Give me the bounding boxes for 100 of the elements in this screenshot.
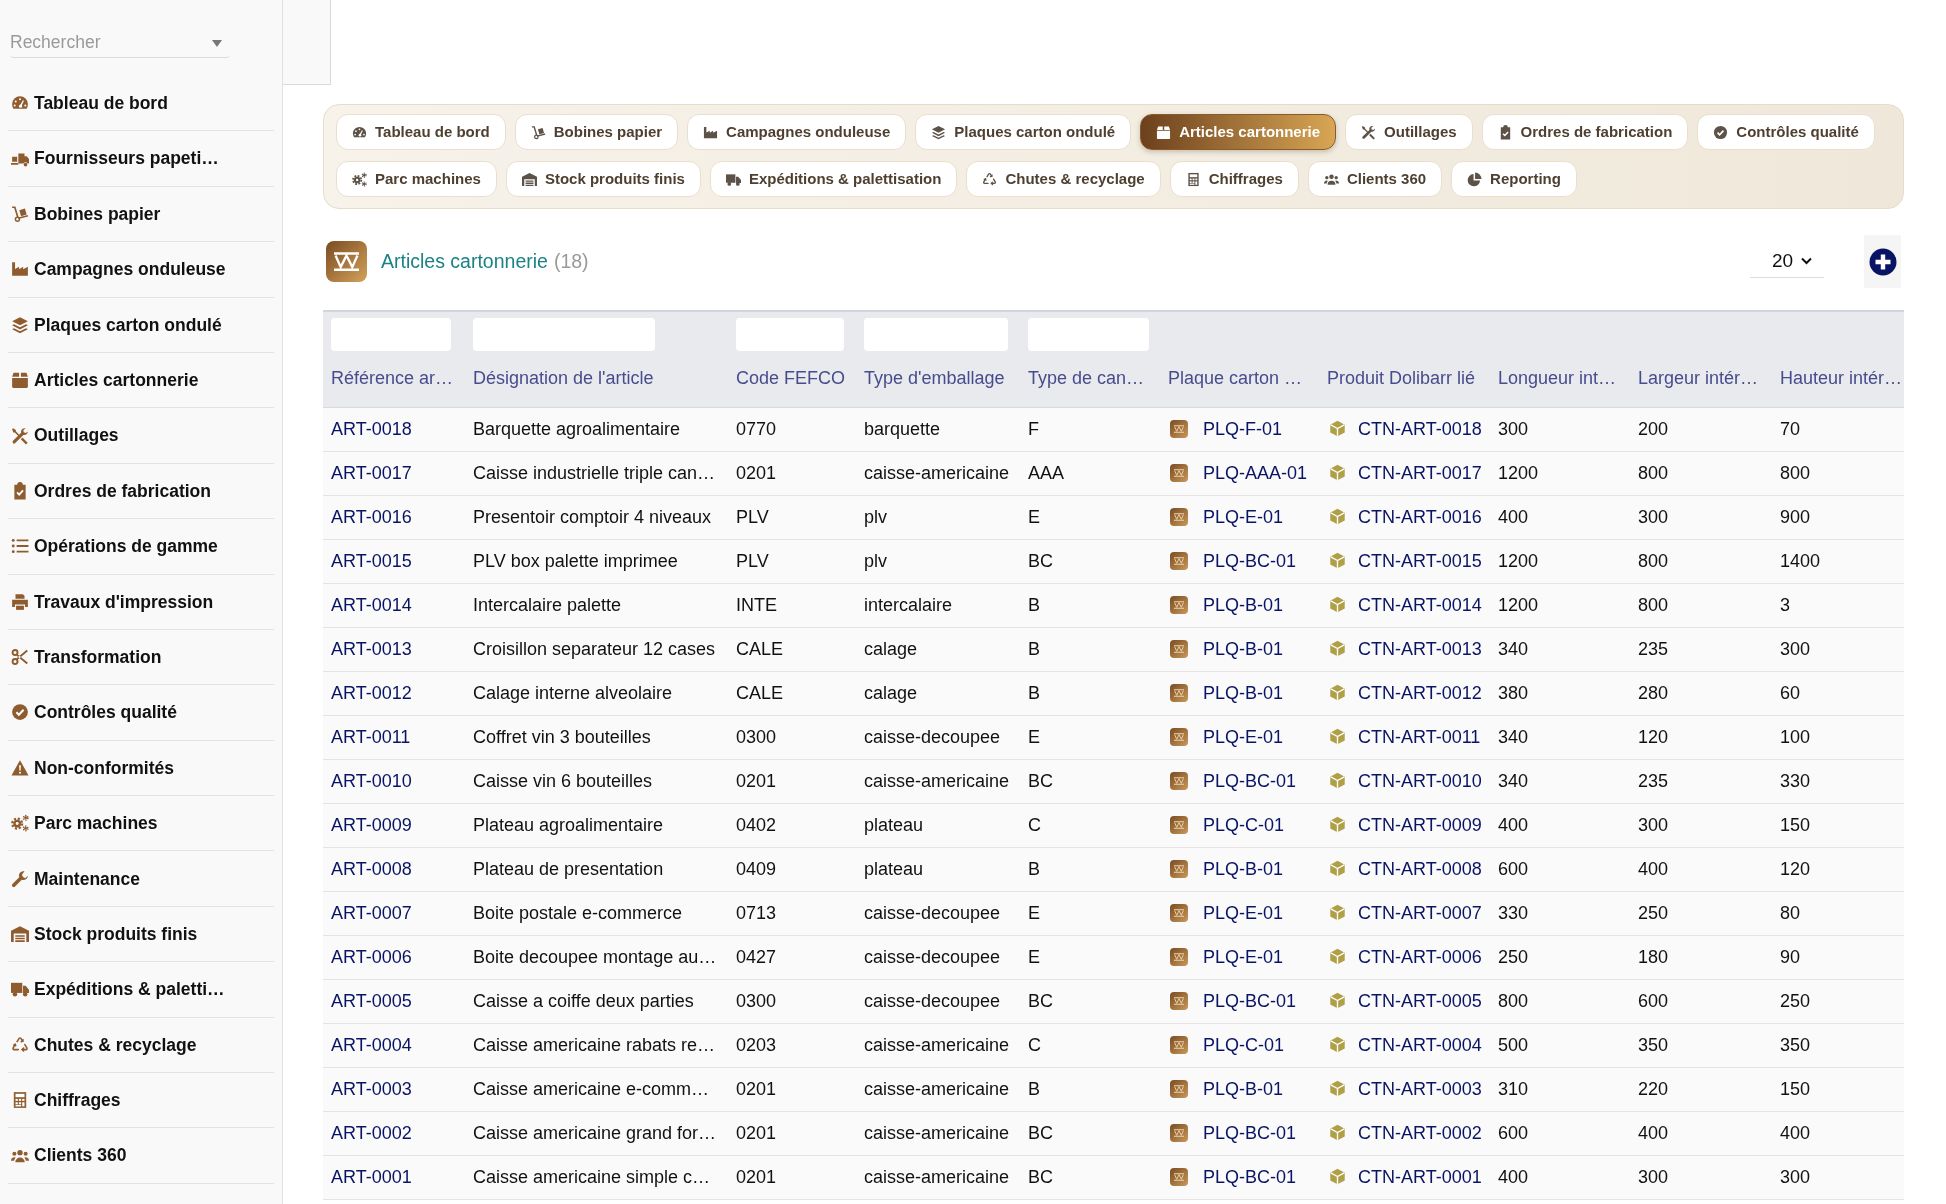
article-link[interactable]: ART-0005 <box>331 990 412 1011</box>
product-link[interactable]: CTN-ART-0015 <box>1358 550 1482 571</box>
product-link[interactable]: CTN-ART-0011 <box>1358 726 1481 747</box>
tab[interactable]: Bobines papier <box>514 114 679 150</box>
sidebar-item[interactable]: Contrôles qualité <box>8 685 274 741</box>
plate-link[interactable]: PLQ-B-01 <box>1203 1078 1284 1099</box>
plate-link[interactable]: PLQ-BC-01 <box>1203 1122 1297 1143</box>
sidebar-item[interactable]: Tableau de bord <box>8 76 274 132</box>
sidebar-item[interactable]: Fournisseurs papeti… <box>8 131 274 187</box>
column-header[interactable]: Référence ar… <box>331 368 454 389</box>
article-link[interactable]: ART-0009 <box>331 814 412 835</box>
product-link[interactable]: CTN-ART-0002 <box>1358 1122 1482 1143</box>
sidebar-item[interactable]: Bobines papier <box>8 186 274 243</box>
plate-link[interactable]: PLQ-BC-01 <box>1203 1166 1297 1187</box>
article-link[interactable]: ART-0013 <box>331 638 412 659</box>
add-button[interactable] <box>1864 235 1901 288</box>
plate-link[interactable]: PLQ-E-01 <box>1203 726 1284 747</box>
article-link[interactable]: ART-0018 <box>331 418 412 439</box>
product-link[interactable]: CTN-ART-0001 <box>1358 1166 1482 1187</box>
plate-link[interactable]: PLQ-C-01 <box>1203 1034 1285 1055</box>
plate-link[interactable]: PLQ-BC-01 <box>1203 550 1297 571</box>
plate-link[interactable]: PLQ-B-01 <box>1203 858 1284 879</box>
product-link[interactable]: CTN-ART-0010 <box>1358 770 1482 791</box>
column-header[interactable]: Désignation de l'article <box>473 368 654 389</box>
article-link[interactable]: ART-0010 <box>331 770 412 791</box>
tab[interactable]: Clients 360 <box>1307 161 1443 197</box>
plate-link[interactable]: PLQ-B-01 <box>1203 594 1284 615</box>
sidebar-item[interactable]: Expéditions & paletti… <box>8 962 274 1018</box>
plate-link[interactable]: PLQ-E-01 <box>1203 902 1284 923</box>
article-link[interactable]: ART-0014 <box>331 594 412 615</box>
product-link[interactable]: CTN-ART-0018 <box>1358 418 1482 439</box>
article-link[interactable]: ART-0002 <box>331 1122 412 1143</box>
sidebar-item[interactable]: Chutes & recyclage <box>8 1017 274 1074</box>
product-link[interactable]: CTN-ART-0003 <box>1358 1078 1482 1099</box>
sidebar-item[interactable]: Outillages <box>8 408 274 464</box>
product-link[interactable]: CTN-ART-0007 <box>1358 902 1482 923</box>
plate-link[interactable]: PLQ-B-01 <box>1203 638 1284 659</box>
plate-link[interactable]: PLQ-BC-01 <box>1203 990 1297 1011</box>
tab[interactable]: Campagnes onduleuse <box>687 114 907 150</box>
article-link[interactable]: ART-0011 <box>331 726 411 747</box>
plate-link[interactable]: PLQ-B-01 <box>1203 682 1284 703</box>
product-link[interactable]: CTN-ART-0013 <box>1358 638 1482 659</box>
column-header[interactable]: Plaque carton … <box>1168 368 1303 389</box>
sidebar-item[interactable]: Opérations de gamme <box>8 519 274 575</box>
sidebar-item[interactable]: Campagnes onduleuse <box>8 242 274 298</box>
plate-link[interactable]: PLQ-C-01 <box>1203 814 1285 835</box>
tab[interactable]: Reporting <box>1451 161 1577 197</box>
product-link[interactable]: CTN-ART-0006 <box>1358 946 1482 967</box>
product-link[interactable]: CTN-ART-0009 <box>1358 814 1482 835</box>
tab[interactable]: Plaques carton ondulé <box>915 114 1132 150</box>
plate-link[interactable]: PLQ-BC-01 <box>1203 770 1297 791</box>
product-link[interactable]: CTN-ART-0017 <box>1358 462 1482 483</box>
sidebar-item[interactable]: Clients 360 <box>8 1128 274 1184</box>
tab[interactable]: Outillages <box>1345 114 1473 150</box>
tab[interactable]: Stock produits finis <box>505 161 701 197</box>
column-header[interactable]: Produit Dolibarr lié <box>1327 368 1476 389</box>
article-link[interactable]: ART-0004 <box>331 1034 412 1055</box>
column-header[interactable]: Type d'emballage <box>864 368 1005 389</box>
product-link[interactable]: CTN-ART-0014 <box>1358 594 1482 615</box>
plate-link[interactable]: PLQ-E-01 <box>1203 506 1284 527</box>
article-link[interactable]: ART-0016 <box>331 506 412 527</box>
article-link[interactable]: ART-0007 <box>331 902 412 923</box>
article-link[interactable]: ART-0003 <box>331 1078 412 1099</box>
column-header[interactable]: Type de can… <box>1028 368 1145 389</box>
article-link[interactable]: ART-0017 <box>331 462 412 483</box>
tab[interactable]: Expéditions & palettisation <box>709 161 958 197</box>
tab[interactable]: Articles cartonnerie <box>1140 114 1337 150</box>
product-link[interactable]: CTN-ART-0016 <box>1358 506 1482 527</box>
sidebar-item[interactable]: Articles cartonnerie <box>8 352 274 409</box>
tab[interactable]: Chiffrages <box>1169 161 1299 197</box>
plate-link[interactable]: PLQ-AAA-01 <box>1203 462 1308 483</box>
product-link[interactable]: CTN-ART-0012 <box>1358 682 1482 703</box>
column-header[interactable]: Largeur intér… <box>1638 368 1759 389</box>
article-link[interactable]: ART-0008 <box>331 858 412 879</box>
sidebar-item[interactable]: Travaux d'impression <box>8 574 274 630</box>
product-link[interactable]: CTN-ART-0005 <box>1358 990 1482 1011</box>
sidebar-item[interactable]: Maintenance <box>8 851 274 907</box>
page-size-select[interactable]: 20 <box>1750 245 1824 278</box>
tab[interactable]: Chutes & recyclage <box>966 161 1161 197</box>
sidebar-item[interactable]: Transformation <box>8 629 274 686</box>
tab[interactable]: Ordres de fabrication <box>1481 114 1689 150</box>
sidebar-item[interactable]: Parc machines <box>8 796 274 852</box>
sidebar-item[interactable]: Plaques carton ondulé <box>8 297 274 353</box>
sidebar-item[interactable]: Non-conformités <box>8 740 274 797</box>
article-link[interactable]: ART-0012 <box>331 682 412 703</box>
plate-link[interactable]: PLQ-E-01 <box>1203 946 1284 967</box>
product-link[interactable]: CTN-ART-0004 <box>1358 1034 1482 1055</box>
column-header[interactable]: Hauteur intér… <box>1780 368 1903 389</box>
tab[interactable]: Tableau de bord <box>336 114 506 150</box>
product-link[interactable]: CTN-ART-0008 <box>1358 858 1482 879</box>
sidebar-item[interactable]: Ordres de fabrication <box>8 463 274 520</box>
search-field[interactable]: Rechercher <box>10 28 230 58</box>
tab[interactable]: Contrôles qualité <box>1697 114 1875 150</box>
plate-link[interactable]: PLQ-F-01 <box>1203 418 1283 439</box>
sidebar-item[interactable]: Stock produits finis <box>8 906 274 963</box>
tab[interactable]: Parc machines <box>336 161 497 197</box>
article-link[interactable]: ART-0001 <box>331 1166 412 1187</box>
column-header[interactable]: Longueur int… <box>1498 368 1617 389</box>
article-link[interactable]: ART-0006 <box>331 946 412 967</box>
sidebar-item[interactable]: Chiffrages <box>8 1073 274 1129</box>
